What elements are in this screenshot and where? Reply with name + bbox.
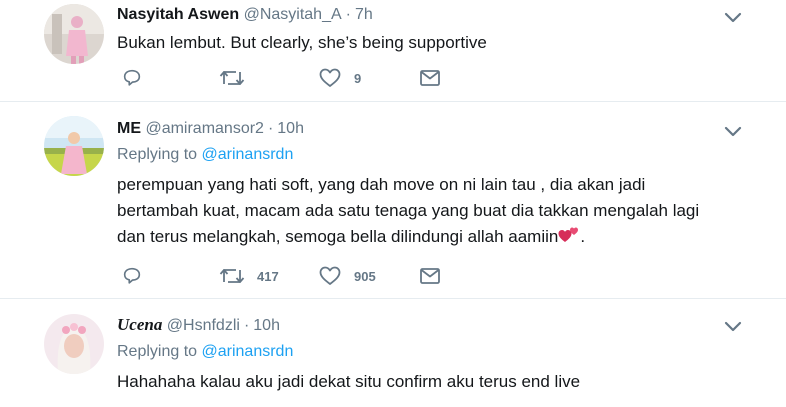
- timestamp[interactable]: 10h: [253, 317, 280, 334]
- replying-to-link[interactable]: @arinansrdn: [202, 343, 294, 360]
- avatar[interactable]: [44, 4, 104, 64]
- tweet-text-line: dan terus melangkah, semoga bella dilind…: [117, 224, 726, 250]
- chevron-down-icon[interactable]: [724, 12, 742, 24]
- chevron-down-icon[interactable]: [724, 126, 742, 138]
- tweet-3[interactable]: Ucena @Hsnfdzli · 10h Replying to @arinans…: [0, 299, 786, 407]
- tweet-header: Ucena @Hsnfdzli · 10h: [117, 314, 726, 337]
- tweet-2[interactable]: ME @amiramansor2 · 10h Replying to @arinan…: [0, 102, 786, 299]
- replying-prefix: Replying to: [117, 146, 198, 163]
- tweet-1[interactable]: Nasyitah Aswen @Nasyitah_A · 7h Bukan lemb…: [0, 0, 786, 102]
- reply-button[interactable]: [121, 265, 155, 287]
- tweet-text-segment: dan terus melangkah, semoga bella dilind…: [117, 227, 559, 246]
- tweet-header: ME @amiramansor2 · 10h: [117, 118, 726, 140]
- user-handle[interactable]: @amiramansor2: [145, 120, 264, 137]
- avatar[interactable]: [44, 314, 104, 374]
- retweet-icon: [219, 269, 245, 283]
- direct-message-button[interactable]: [419, 67, 441, 89]
- timestamp[interactable]: 7h: [355, 6, 373, 23]
- separator-dot: ·: [267, 120, 274, 137]
- user-handle[interactable]: @Hsnfdzli: [167, 317, 240, 334]
- tweet-text-end: .: [580, 227, 586, 246]
- retweet-count: 417: [257, 268, 279, 284]
- replying-prefix: Replying to: [117, 343, 198, 360]
- replying-to: Replying to @arinansrdn: [117, 144, 726, 166]
- retweet-button[interactable]: [219, 67, 257, 89]
- replying-to-link[interactable]: @arinansrdn: [202, 146, 294, 163]
- timestamp[interactable]: 10h: [277, 120, 304, 137]
- tweet-text: perempuan yang hati soft, yang dah move …: [117, 172, 726, 250]
- two-hearts-emoji: [558, 227, 579, 242]
- reply-button[interactable]: [121, 67, 155, 89]
- user-handle[interactable]: @Nasyitah_A: [244, 6, 342, 23]
- tweet-header: Nasyitah Aswen @Nasyitah_A · 7h: [117, 4, 726, 26]
- like-button[interactable]: 9: [318, 67, 361, 89]
- display-name[interactable]: Nasyitah Aswen: [117, 6, 239, 23]
- separator-dot: ·: [345, 6, 351, 23]
- tweet-text-line: bertambah kuat, macam ada satu tenaga ya…: [117, 201, 700, 220]
- display-name[interactable]: Ucena: [117, 315, 162, 334]
- chevron-down-icon[interactable]: [724, 226, 742, 238]
- heart-icon: [319, 266, 341, 285]
- tweet-text-line: perempuan yang hati soft, yang dah move …: [117, 175, 646, 194]
- retweet-button[interactable]: 417: [219, 265, 279, 287]
- envelope-icon: [420, 268, 440, 284]
- like-count: 905: [354, 268, 376, 284]
- reply-icon: [123, 69, 141, 86]
- retweet-icon: [219, 71, 245, 85]
- display-name[interactable]: ME: [117, 120, 141, 137]
- tweet-text: Hahahaha kalau aku jadi dekat situ confi…: [117, 372, 581, 391]
- reply-icon: [123, 267, 141, 284]
- replying-to: Replying to @arinansrdn: [117, 341, 726, 363]
- like-button[interactable]: 905: [318, 265, 376, 287]
- direct-message-button[interactable]: [419, 265, 441, 287]
- tweet-text: Bukan lembut. But clearly, she’s being s…: [117, 33, 487, 52]
- separator-dot: ·: [243, 317, 250, 334]
- chevron-down-icon[interactable]: [724, 321, 742, 333]
- like-count: 9: [354, 70, 362, 86]
- heart-icon: [319, 68, 341, 87]
- avatar[interactable]: [44, 116, 104, 176]
- envelope-icon: [420, 70, 440, 86]
